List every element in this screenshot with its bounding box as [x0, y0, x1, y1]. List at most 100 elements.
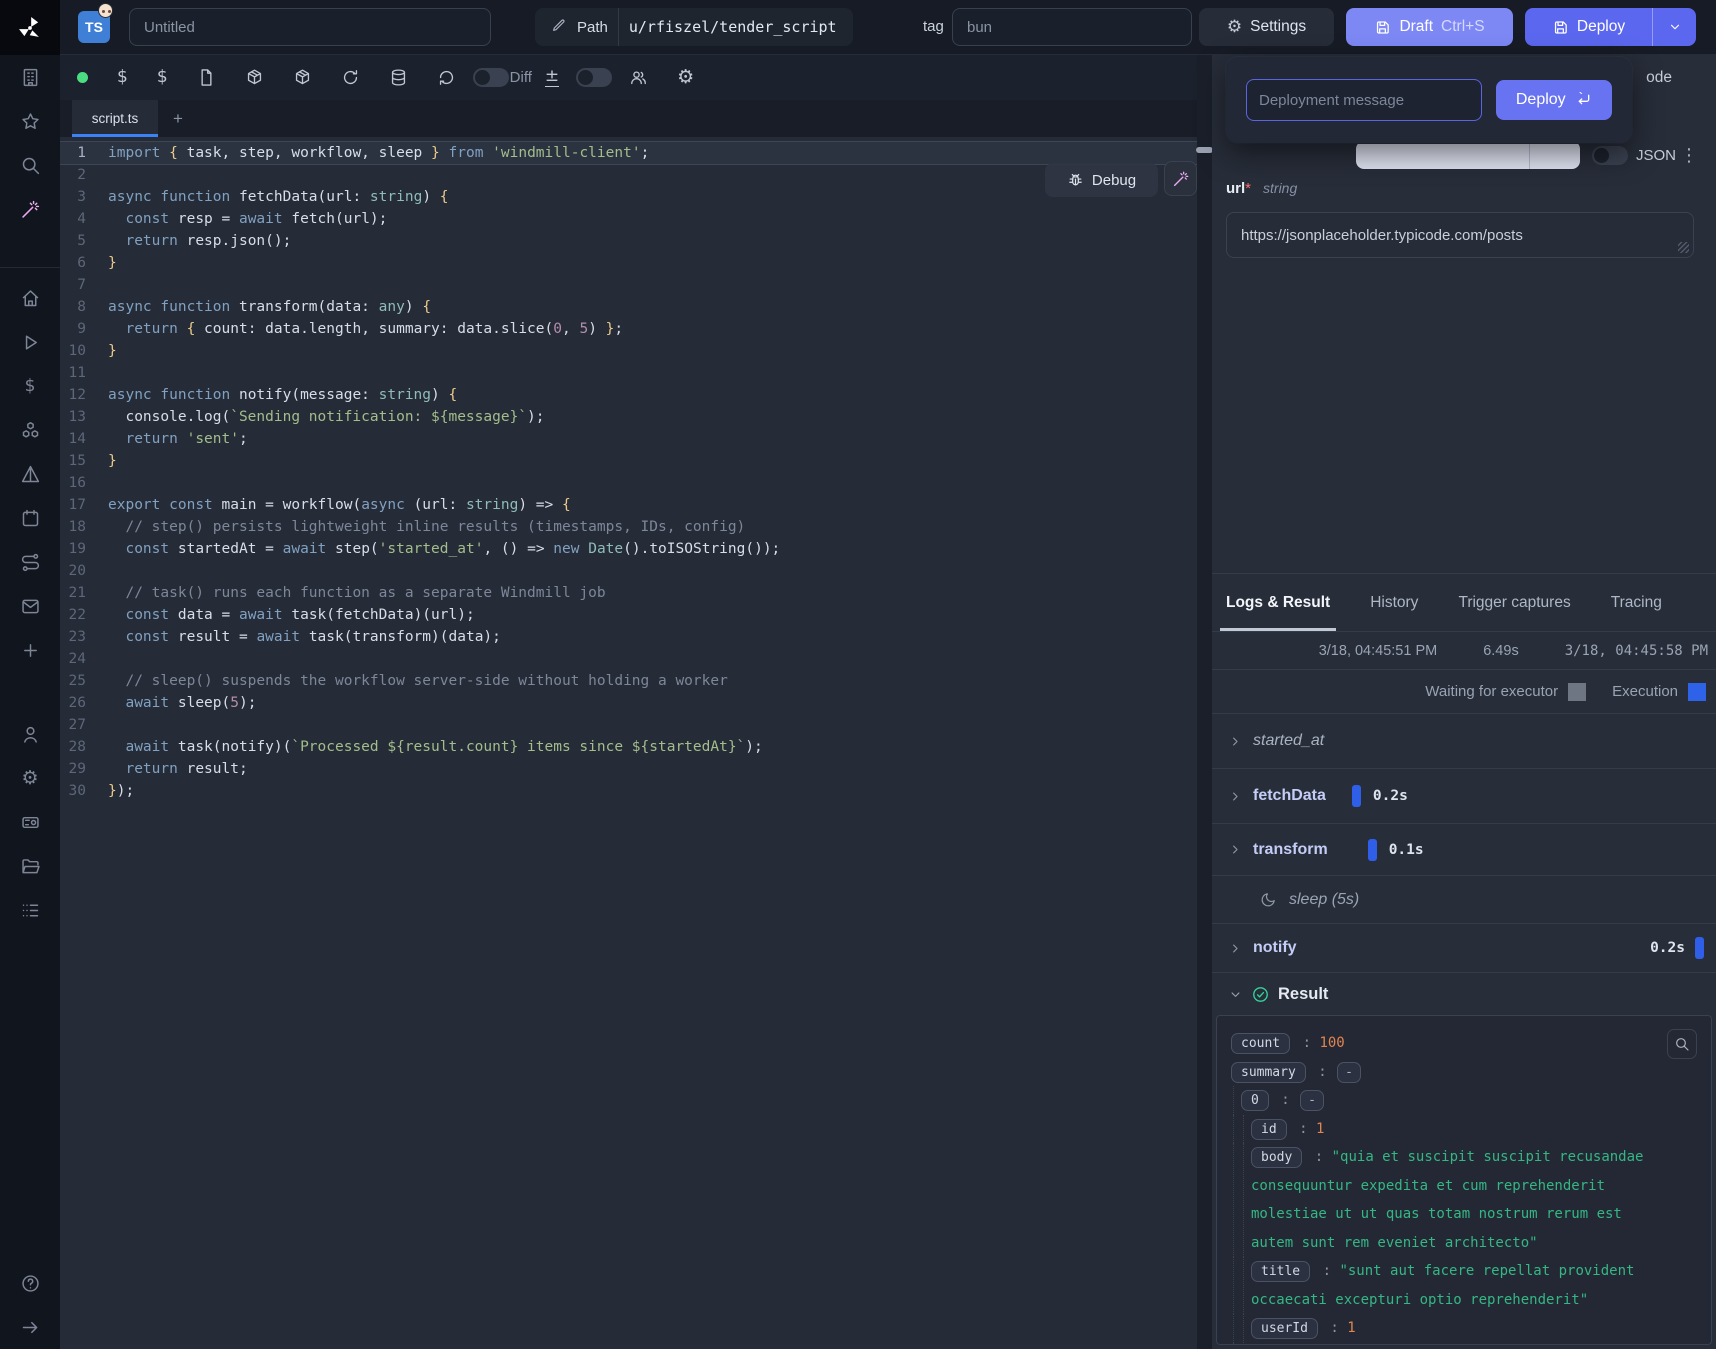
search-result-button[interactable]	[1667, 1029, 1697, 1059]
ai-assistant-button[interactable]	[1164, 161, 1197, 196]
json-toggle[interactable]	[1592, 146, 1628, 165]
sidebar-item-boxes-icon[interactable]	[0, 408, 60, 452]
code-line[interactable]: 8async function transform(data: any) {	[60, 296, 1197, 318]
code-line[interactable]: 22 const data = await task(fetchData)(ur…	[60, 604, 1197, 626]
gear-icon[interactable]: ⚙	[677, 68, 694, 87]
code-line[interactable]: 23 const result = await task(transform)(…	[60, 626, 1197, 648]
sidebar-item-search-icon[interactable]	[0, 143, 60, 187]
test-button[interactable]	[1356, 141, 1580, 169]
code-line[interactable]: 3async function fetchData(url: string) {	[60, 186, 1197, 208]
tab-script-ts[interactable]: script.ts	[72, 100, 158, 137]
sidebar-item-help-icon[interactable]	[0, 1261, 60, 1305]
code-line[interactable]: 18 // step() persists lightweight inline…	[60, 516, 1197, 538]
chevron-right-icon[interactable]	[1228, 941, 1243, 956]
package-icon[interactable]	[245, 68, 264, 87]
step-row-fetchData[interactable]: fetchData0.2s	[1212, 768, 1716, 823]
tab-logs-result[interactable]: Logs & Result	[1226, 574, 1330, 631]
json-key[interactable]: count	[1231, 1033, 1290, 1054]
dollar-icon[interactable]: $	[117, 69, 128, 86]
debug-button[interactable]: Debug	[1045, 163, 1158, 197]
windmill-logo[interactable]	[0, 0, 60, 55]
sidebar-item-gear-icon[interactable]: ⚙	[0, 756, 60, 800]
json-key[interactable]: title	[1251, 1261, 1310, 1282]
collapsed-value[interactable]: -	[1300, 1090, 1324, 1111]
sidebar-item-magic-wand-icon[interactable]	[0, 187, 60, 231]
tab-trigger-captures[interactable]: Trigger captures	[1458, 574, 1570, 631]
code-line[interactable]: 20	[60, 560, 1197, 582]
package-icon[interactable]	[293, 68, 312, 87]
code-line[interactable]: 28 await task(notify)(`Processed ${resul…	[60, 736, 1197, 758]
tab-history[interactable]: History	[1370, 574, 1418, 631]
new-tab-button[interactable]: +	[158, 100, 198, 137]
sidebar-item-arrow-right-icon[interactable]	[0, 1305, 60, 1349]
code-line[interactable]: 2	[60, 164, 1197, 186]
code-line[interactable]: 25 // sleep() suspends the workflow serv…	[60, 670, 1197, 692]
code-line[interactable]: 14 return 'sent';	[60, 428, 1197, 450]
chevron-right-icon[interactable]	[1228, 842, 1243, 857]
step-row-sleep-5s-[interactable]: sleep (5s)	[1212, 875, 1716, 923]
sidebar-item-route-icon[interactable]	[0, 540, 60, 584]
deployment-message-input[interactable]	[1246, 79, 1482, 121]
sidebar-item-mail-icon[interactable]	[0, 584, 60, 628]
sidebar-item-worker-group-icon[interactable]	[0, 800, 60, 844]
json-key[interactable]: body	[1251, 1147, 1302, 1168]
draft-button[interactable]: Draft Ctrl+S	[1346, 8, 1513, 46]
sidebar-item-pyramid-icon[interactable]	[0, 452, 60, 496]
code-line[interactable]: 30});	[60, 780, 1197, 802]
tag-input[interactable]	[952, 8, 1192, 46]
kebab-menu-icon[interactable]: ⋮	[1680, 145, 1698, 166]
code-line[interactable]: 4 const resp = await fetch(url);	[60, 208, 1197, 230]
chevron-right-icon[interactable]	[1228, 734, 1243, 749]
code-line[interactable]: 6}	[60, 252, 1197, 274]
toolbar-toggle[interactable]	[473, 68, 509, 87]
sidebar-item-home-icon[interactable]	[0, 276, 60, 320]
users-icon[interactable]	[629, 68, 648, 87]
settings-button[interactable]: ⚙ Settings	[1199, 8, 1334, 46]
code-line[interactable]: 29 return result;	[60, 758, 1197, 780]
code-line[interactable]: 10}	[60, 340, 1197, 362]
code-line[interactable]: 17export const main = workflow(async (ur…	[60, 494, 1197, 516]
json-key[interactable]: summary	[1231, 1062, 1306, 1083]
json-key[interactable]: id	[1251, 1119, 1287, 1140]
script-name-input[interactable]	[129, 8, 491, 46]
rotate-icon[interactable]	[341, 68, 360, 87]
code-editor[interactable]: 1import { task, step, workflow, sleep } …	[60, 137, 1197, 1349]
code-line[interactable]: 7	[60, 274, 1197, 296]
collapsed-value[interactable]: -	[1337, 1062, 1361, 1083]
file-icon[interactable]	[197, 68, 216, 87]
sidebar-item-user-icon[interactable]	[0, 712, 60, 756]
code-line[interactable]: 19 const startedAt = await step('started…	[60, 538, 1197, 560]
sidebar-item-dollar-icon[interactable]: $	[0, 364, 60, 408]
step-row-Result[interactable]: Result	[1212, 972, 1716, 1015]
deploy-dropdown-button[interactable]	[1652, 8, 1696, 46]
code-line[interactable]: 16	[60, 472, 1197, 494]
resize-corner[interactable]	[1678, 242, 1689, 253]
sidebar-item-building-icon[interactable]	[0, 55, 60, 99]
resize-thumb[interactable]	[1196, 147, 1213, 153]
sidebar-item-folder-icon[interactable]	[0, 844, 60, 888]
chevron-right-icon[interactable]	[1228, 789, 1243, 804]
toolbar-toggle[interactable]	[576, 68, 612, 87]
url-input[interactable]	[1226, 212, 1694, 258]
code-line[interactable]: 9 return { count: data.length, summary: …	[60, 318, 1197, 340]
panel-resize-handle[interactable]	[1197, 55, 1212, 1349]
database-icon[interactable]	[389, 68, 408, 87]
sidebar-item-calendar-icon[interactable]	[0, 496, 60, 540]
refresh-icon[interactable]	[437, 68, 456, 87]
chevron-down-icon[interactable]	[1228, 987, 1243, 1002]
sidebar-item-star-icon[interactable]	[0, 99, 60, 143]
step-row-notify[interactable]: notify0.2s	[1212, 923, 1716, 972]
popup-deploy-button[interactable]: Deploy	[1496, 80, 1612, 120]
code-line[interactable]: 11	[60, 362, 1197, 384]
step-row-transform[interactable]: transform0.1s	[1212, 823, 1716, 875]
path-editor[interactable]: Path u/rfiszel/tender_script	[535, 8, 853, 46]
code-line[interactable]: 26 await sleep(5);	[60, 692, 1197, 714]
code-line[interactable]: 5 return resp.json();	[60, 230, 1197, 252]
sidebar-item-play-icon[interactable]	[0, 320, 60, 364]
code-line[interactable]: 12async function notify(message: string)…	[60, 384, 1197, 406]
code-line[interactable]: 1import { task, step, workflow, sleep } …	[60, 142, 1197, 164]
deploy-button[interactable]: Deploy	[1525, 8, 1652, 46]
tab-tracing[interactable]: Tracing	[1611, 574, 1662, 631]
code-line[interactable]: 21 // task() runs each function as a sep…	[60, 582, 1197, 604]
code-line[interactable]: 15}	[60, 450, 1197, 472]
